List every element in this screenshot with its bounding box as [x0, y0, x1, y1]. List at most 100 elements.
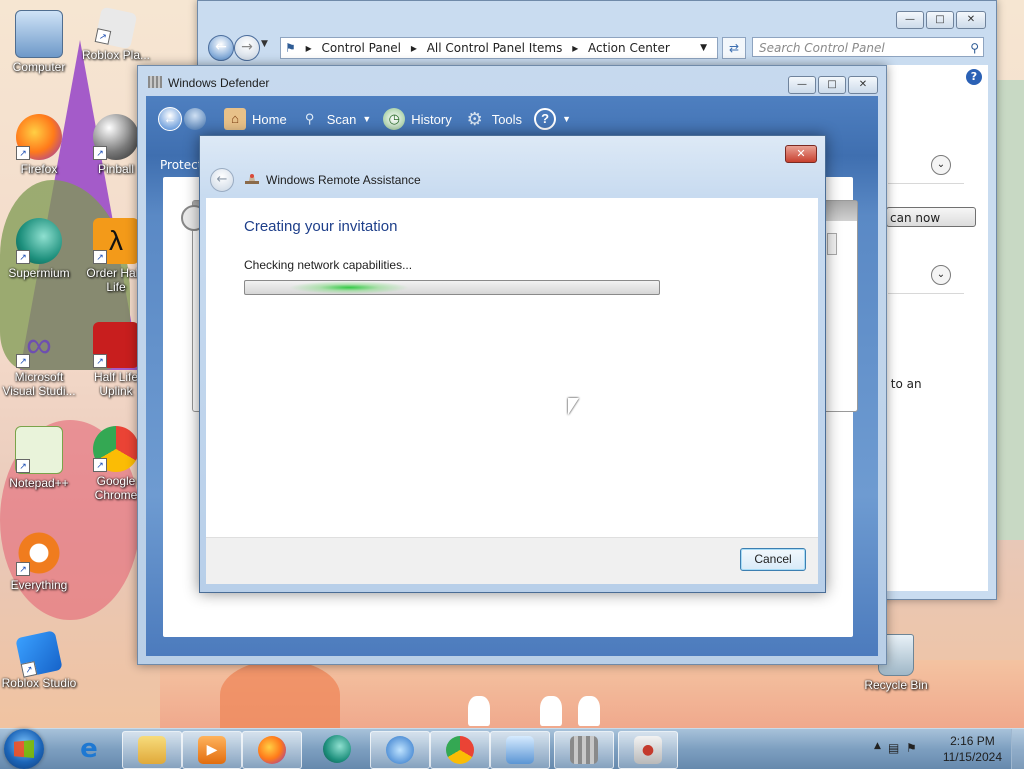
gear-icon: ⚙	[466, 109, 483, 129]
desktop-icon-everything[interactable]: ↗ Everything	[1, 530, 77, 592]
divider	[888, 183, 964, 184]
help-icon: ?	[534, 108, 557, 130]
scan-button[interactable]: ⚲ Scan ▼	[299, 108, 371, 130]
breadcrumb-all-items[interactable]: All Control Panel Items	[427, 41, 563, 55]
cancel-button[interactable]: Cancel	[740, 548, 806, 571]
minimize-button[interactable]: —	[788, 76, 816, 94]
desktop-icon-label: Everything	[10, 578, 68, 592]
desktop-icon-label: Computer	[12, 60, 66, 74]
window-controls: — □ ✕	[788, 76, 878, 94]
maximize-button[interactable]: □	[926, 11, 954, 29]
show-desktop-button[interactable]	[1011, 729, 1024, 769]
desktop-icon-visual-studio[interactable]: ∞ ↗ Microsoft Visual Studi...	[1, 322, 77, 398]
taskbar-network-app[interactable]	[370, 731, 430, 769]
minimize-button[interactable]: —	[896, 11, 924, 29]
chrome-icon	[446, 736, 474, 764]
address-dropdown-icon[interactable]: ▼	[700, 38, 707, 58]
history-clock-icon: ◷	[383, 108, 406, 130]
internet-explorer-icon: e	[80, 734, 98, 764]
firefox-icon	[258, 736, 286, 764]
history-button[interactable]: ◷ History	[383, 108, 452, 130]
back-button[interactable]: ←	[208, 35, 234, 61]
back-button[interactable]: ←	[210, 168, 234, 192]
desktop-icon-notepad-plus-plus[interactable]: ↗ Notepad++	[1, 426, 77, 490]
shortcut-arrow-icon: ↗	[93, 250, 107, 264]
search-icon[interactable]: ⚲	[970, 38, 979, 58]
taskbar-firefox[interactable]	[242, 731, 302, 769]
scan-label: Scan	[326, 111, 357, 127]
visual-studio-icon: ∞ ↗	[16, 322, 62, 368]
refresh-button[interactable]: ⇄	[722, 37, 746, 59]
pinball-icon: ↗	[93, 114, 139, 160]
maximize-button[interactable]: □	[818, 76, 846, 94]
supermium-icon	[323, 735, 351, 763]
remote-assistance-icon: ●	[634, 736, 662, 764]
clock[interactable]: 2:16 PM 11/15/2024	[943, 733, 1002, 765]
clock-time: 2:16 PM	[950, 734, 995, 748]
dialog-title: Windows Remote Assistance	[266, 173, 421, 187]
supermium-icon: ↗	[16, 218, 62, 264]
address-bar[interactable]: ⚑ ▸ Control Panel ▸ All Control Panel It…	[280, 37, 718, 59]
close-button[interactable]: ✕	[848, 76, 878, 94]
remote-assistance-dialog[interactable]: ✕ ← Windows Remote Assistance Creating y…	[199, 135, 826, 593]
back-arrow-icon[interactable]: ←	[158, 107, 182, 131]
expand-maintenance-chevron-icon[interactable]: ⌄	[931, 265, 951, 285]
search-input[interactable]: Search Control Panel ⚲	[752, 37, 984, 57]
breadcrumb-separator-icon: ▸	[305, 41, 312, 55]
desktop-icon-roblox-player[interactable]: ↗ Roblox Pla...	[78, 6, 154, 62]
magnifier-icon: ⚲	[304, 111, 315, 126]
taskbar-supermium[interactable]	[308, 731, 366, 767]
close-button[interactable]: ✕	[956, 11, 986, 29]
show-hidden-icons-icon[interactable]: ▲	[874, 741, 881, 751]
shortcut-arrow-icon: ↗	[93, 146, 107, 160]
taskbar-internet-explorer[interactable]: e	[60, 731, 118, 767]
help-icon[interactable]: ?	[966, 69, 982, 85]
progress-bar	[244, 280, 660, 295]
action-button[interactable]: can now	[886, 207, 976, 227]
taskbar-windows-defender[interactable]	[554, 731, 614, 769]
help-button[interactable]: ? ▼	[534, 108, 571, 130]
taskbar-media-player[interactable]: ▶	[182, 731, 242, 769]
control-panel-icon	[506, 736, 534, 764]
desktop-icon-label: Firefox	[20, 162, 58, 176]
flag-icon: ⚑	[285, 41, 296, 55]
desktop-icon-supermium[interactable]: ↗ Supermium	[1, 218, 77, 280]
search-placeholder: Search Control Panel	[759, 41, 885, 55]
breadcrumb-control-panel[interactable]: Control Panel	[321, 41, 401, 55]
close-button[interactable]: ✕	[785, 145, 817, 163]
remote-assistance-icon	[245, 174, 259, 184]
breadcrumb-separator-icon: ▸	[410, 41, 417, 55]
tools-button[interactable]: ⚙ Tools	[464, 108, 522, 130]
scan-dropdown-icon[interactable]: ▼	[362, 114, 371, 124]
desktop-icon-label: Roblox Studio	[1, 676, 77, 690]
taskbar-control-panel[interactable]	[490, 731, 550, 769]
home-button[interactable]: ⌂ Home	[224, 108, 287, 130]
desktop-icon-computer[interactable]: Computer	[1, 10, 77, 74]
folder-icon	[138, 736, 166, 764]
help-dropdown-icon[interactable]: ▼	[562, 114, 571, 124]
start-button[interactable]	[4, 729, 44, 769]
half-life-uplink-icon: ↗	[93, 322, 139, 368]
panel-control[interactable]	[827, 233, 837, 255]
taskbar-remote-assistance[interactable]: ●	[618, 731, 678, 769]
forward-button[interactable]: →	[234, 35, 260, 61]
desktop-icon-firefox[interactable]: ↗ Firefox	[1, 114, 77, 176]
status-text: Checking network capabilities...	[244, 258, 413, 272]
desktop-icon-label: Notepad++	[9, 476, 69, 490]
dialog-footer: Cancel	[206, 537, 818, 584]
taskbar-file-explorer[interactable]	[122, 731, 182, 769]
recent-pages-dropdown-icon[interactable]: ▼	[261, 39, 268, 49]
forward-arrow-icon[interactable]	[184, 108, 206, 130]
taskbar-chrome[interactable]	[430, 731, 490, 769]
action-center-flag-icon[interactable]: ⚑	[906, 741, 917, 755]
desktop-icon-label: Roblox Pla...	[81, 48, 151, 62]
back-forward-buttons[interactable]: ←	[158, 107, 212, 131]
shortcut-arrow-icon: ↗	[93, 458, 107, 472]
network-icon[interactable]: ▤	[888, 741, 899, 755]
shortcut-arrow-icon: ↗	[94, 28, 112, 45]
desktop-icon-roblox-studio[interactable]: ↗ Roblox Studio	[1, 630, 77, 690]
window-title: Windows Defender	[168, 76, 270, 90]
expand-security-chevron-icon[interactable]: ⌄	[931, 155, 951, 175]
breadcrumb-action-center[interactable]: Action Center	[588, 41, 670, 55]
wallpaper-bloom	[578, 696, 600, 726]
